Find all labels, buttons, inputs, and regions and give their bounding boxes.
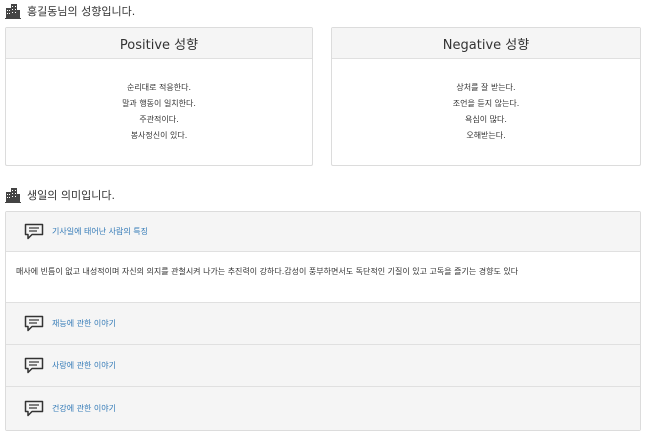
accordion-row-birthday-traits[interactable]: 기사일에 태어난 사람의 특징 bbox=[6, 212, 640, 252]
personality-section-title: 홍길동님의 성향입니다. bbox=[5, 3, 135, 19]
personality-title-text: 홍길동님의 성향입니다. bbox=[27, 5, 136, 18]
accordion-row-label[interactable]: 재능에 관한 이야기 bbox=[52, 318, 116, 329]
accordion-row-label[interactable]: 사랑에 관한 이야기 bbox=[52, 360, 116, 371]
building-icon bbox=[5, 4, 21, 19]
accordion-row-label[interactable]: 기사일에 태어난 사람의 특징 bbox=[52, 226, 148, 237]
chat-icon bbox=[24, 400, 44, 417]
negative-trait: 욕심이 많다. bbox=[465, 115, 507, 124]
negative-trait: 상처를 잘 받는다. bbox=[456, 83, 516, 92]
chat-icon bbox=[24, 223, 44, 240]
negative-panel: Negative 성향 상처를 잘 받는다. 조언을 듣지 않는다. 욕심이 많… bbox=[331, 27, 641, 166]
building-icon bbox=[5, 188, 21, 203]
positive-panel: Positive 성향 순리대로 적응한다. 말과 행동이 일치한다. 주관적이… bbox=[5, 27, 313, 166]
positive-trait: 봉사정신이 있다. bbox=[130, 131, 188, 140]
negative-traits-list: 상처를 잘 받는다. 조언을 듣지 않는다. 욕심이 많다. 오해받는다. bbox=[332, 59, 640, 144]
negative-panel-header: Negative 성향 bbox=[332, 28, 640, 59]
meaning-accordion: 기사일에 태어난 사람의 특징 매사에 빈틈이 없고 내성적이며 자신의 의지를… bbox=[5, 211, 641, 431]
meaning-section-title: 생일의 의미입니다. bbox=[5, 187, 115, 203]
chat-icon bbox=[24, 357, 44, 374]
accordion-row-label[interactable]: 건강에 관한 이야기 bbox=[52, 403, 116, 414]
positive-trait: 주관적이다. bbox=[139, 115, 179, 124]
positive-trait: 말과 행동이 일치한다. bbox=[122, 99, 196, 108]
accordion-row-love[interactable]: 사랑에 관한 이야기 bbox=[6, 345, 640, 387]
positive-panel-header: Positive 성향 bbox=[6, 28, 312, 59]
negative-trait: 조언을 듣지 않는다. bbox=[452, 99, 520, 108]
positive-traits-list: 순리대로 적응한다. 말과 행동이 일치한다. 주관적이다. 봉사정신이 있다. bbox=[6, 59, 312, 144]
accordion-row-talent[interactable]: 재능에 관한 이야기 bbox=[6, 303, 640, 345]
accordion-row-health[interactable]: 건강에 관한 이야기 bbox=[6, 387, 640, 430]
positive-trait: 순리대로 적응한다. bbox=[127, 83, 191, 92]
negative-trait: 오해받는다. bbox=[466, 131, 506, 140]
chat-icon bbox=[24, 315, 44, 332]
meaning-title-text: 생일의 의미입니다. bbox=[27, 189, 115, 202]
birthday-description: 매사에 빈틈이 없고 내성적이며 자신의 의지를 관철시켜 나가는 추진력이 강… bbox=[6, 253, 640, 303]
